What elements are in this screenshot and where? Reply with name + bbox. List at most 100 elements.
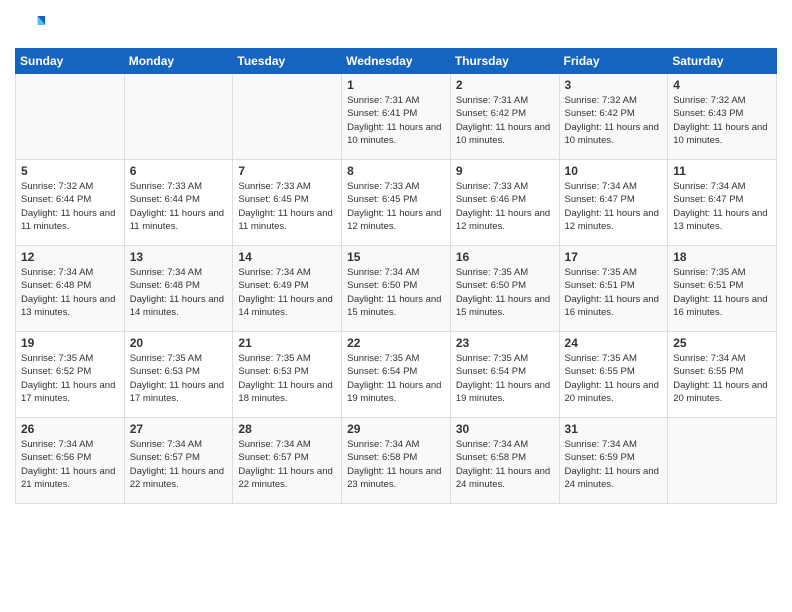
day-info: Sunrise: 7:32 AM Sunset: 6:42 PM Dayligh…	[565, 94, 663, 147]
day-info: Sunrise: 7:35 AM Sunset: 6:50 PM Dayligh…	[456, 266, 554, 319]
day-number: 24	[565, 336, 663, 350]
calendar-day-cell: 14 Sunrise: 7:34 AM Sunset: 6:49 PM Dayli…	[233, 246, 342, 332]
day-info: Sunrise: 7:35 AM Sunset: 6:55 PM Dayligh…	[565, 352, 663, 405]
calendar-table: SundayMondayTuesdayWednesdayThursdayFrid…	[15, 48, 777, 504]
day-info: Sunrise: 7:34 AM Sunset: 6:58 PM Dayligh…	[347, 438, 445, 491]
day-info: Sunrise: 7:34 AM Sunset: 6:55 PM Dayligh…	[673, 352, 771, 405]
calendar-day-cell: 16 Sunrise: 7:35 AM Sunset: 6:50 PM Dayli…	[450, 246, 559, 332]
day-number: 27	[130, 422, 228, 436]
day-number: 18	[673, 250, 771, 264]
calendar-day-cell: 24 Sunrise: 7:35 AM Sunset: 6:55 PM Dayli…	[559, 332, 668, 418]
day-number: 6	[130, 164, 228, 178]
header	[15, 10, 777, 40]
day-info: Sunrise: 7:35 AM Sunset: 6:54 PM Dayligh…	[347, 352, 445, 405]
calendar-header-thursday: Thursday	[450, 49, 559, 74]
day-info: Sunrise: 7:34 AM Sunset: 6:57 PM Dayligh…	[238, 438, 336, 491]
calendar-day-cell: 6 Sunrise: 7:33 AM Sunset: 6:44 PM Daylig…	[124, 160, 233, 246]
day-number: 15	[347, 250, 445, 264]
calendar-day-cell: 17 Sunrise: 7:35 AM Sunset: 6:51 PM Dayli…	[559, 246, 668, 332]
day-number: 12	[21, 250, 119, 264]
day-number: 25	[673, 336, 771, 350]
day-number: 17	[565, 250, 663, 264]
calendar-day-cell: 23 Sunrise: 7:35 AM Sunset: 6:54 PM Dayli…	[450, 332, 559, 418]
calendar-day-cell: 3Sunrise: 7:32 AM Sunset: 6:42 PM Daylig…	[559, 74, 668, 160]
calendar-header-row: SundayMondayTuesdayWednesdayThursdayFrid…	[16, 49, 777, 74]
calendar-day-cell: 20 Sunrise: 7:35 AM Sunset: 6:53 PM Dayli…	[124, 332, 233, 418]
calendar-day-cell: 9Sunrise: 7:33 AM Sunset: 6:46 PM Daylig…	[450, 160, 559, 246]
calendar-header-saturday: Saturday	[668, 49, 777, 74]
day-info: Sunrise: 7:31 AM Sunset: 6:41 PM Dayligh…	[347, 94, 445, 147]
day-info: Sunrise: 7:35 AM Sunset: 6:51 PM Dayligh…	[673, 266, 771, 319]
calendar-day-cell: 31 Sunrise: 7:34 AM Sunset: 6:59 PM Dayli…	[559, 418, 668, 504]
day-info: Sunrise: 7:34 AM Sunset: 6:50 PM Dayligh…	[347, 266, 445, 319]
day-number: 7	[238, 164, 336, 178]
calendar-day-cell	[668, 418, 777, 504]
calendar-day-cell: 8 Sunrise: 7:33 AM Sunset: 6:45 PM Daylig…	[342, 160, 451, 246]
day-number: 23	[456, 336, 554, 350]
calendar-day-cell: 19 Sunrise: 7:35 AM Sunset: 6:52 PM Dayli…	[16, 332, 125, 418]
calendar-day-cell: 18 Sunrise: 7:35 AM Sunset: 6:51 PM Dayli…	[668, 246, 777, 332]
calendar-day-cell	[16, 74, 125, 160]
day-info: Sunrise: 7:33 AM Sunset: 6:45 PM Dayligh…	[347, 180, 445, 233]
day-info: Sunrise: 7:35 AM Sunset: 6:52 PM Dayligh…	[21, 352, 119, 405]
day-info: Sunrise: 7:35 AM Sunset: 6:51 PM Dayligh…	[565, 266, 663, 319]
calendar-day-cell: 26 Sunrise: 7:34 AM Sunset: 6:56 PM Dayli…	[16, 418, 125, 504]
calendar-week-5: 26 Sunrise: 7:34 AM Sunset: 6:56 PM Dayli…	[16, 418, 777, 504]
day-number: 29	[347, 422, 445, 436]
day-info: Sunrise: 7:34 AM Sunset: 6:49 PM Dayligh…	[238, 266, 336, 319]
calendar-day-cell: 30Sunrise: 7:34 AM Sunset: 6:58 PM Dayli…	[450, 418, 559, 504]
general-blue-logo-icon	[15, 10, 45, 40]
calendar-day-cell: 25 Sunrise: 7:34 AM Sunset: 6:55 PM Dayli…	[668, 332, 777, 418]
calendar-day-cell: 4 Sunrise: 7:32 AM Sunset: 6:43 PM Daylig…	[668, 74, 777, 160]
day-number: 10	[565, 164, 663, 178]
calendar-day-cell: 13Sunrise: 7:34 AM Sunset: 6:48 PM Dayli…	[124, 246, 233, 332]
day-info: Sunrise: 7:33 AM Sunset: 6:44 PM Dayligh…	[130, 180, 228, 233]
calendar-header-tuesday: Tuesday	[233, 49, 342, 74]
logo	[15, 10, 49, 40]
day-info: Sunrise: 7:35 AM Sunset: 6:53 PM Dayligh…	[238, 352, 336, 405]
calendar-day-cell: 15 Sunrise: 7:34 AM Sunset: 6:50 PM Dayli…	[342, 246, 451, 332]
day-number: 26	[21, 422, 119, 436]
calendar-day-cell: 21Sunrise: 7:35 AM Sunset: 6:53 PM Dayli…	[233, 332, 342, 418]
day-info: Sunrise: 7:33 AM Sunset: 6:46 PM Dayligh…	[456, 180, 554, 233]
day-info: Sunrise: 7:34 AM Sunset: 6:47 PM Dayligh…	[565, 180, 663, 233]
day-number: 5	[21, 164, 119, 178]
calendar-day-cell	[124, 74, 233, 160]
day-info: Sunrise: 7:34 AM Sunset: 6:56 PM Dayligh…	[21, 438, 119, 491]
day-info: Sunrise: 7:35 AM Sunset: 6:53 PM Dayligh…	[130, 352, 228, 405]
calendar-day-cell: 22Sunrise: 7:35 AM Sunset: 6:54 PM Dayli…	[342, 332, 451, 418]
day-number: 1	[347, 78, 445, 92]
day-info: Sunrise: 7:34 AM Sunset: 6:57 PM Dayligh…	[130, 438, 228, 491]
calendar-day-cell: 1 Sunrise: 7:31 AM Sunset: 6:41 PM Daylig…	[342, 74, 451, 160]
day-info: Sunrise: 7:32 AM Sunset: 6:43 PM Dayligh…	[673, 94, 771, 147]
day-info: Sunrise: 7:34 AM Sunset: 6:48 PM Dayligh…	[130, 266, 228, 319]
calendar-day-cell: 2 Sunrise: 7:31 AM Sunset: 6:42 PM Daylig…	[450, 74, 559, 160]
day-number: 2	[456, 78, 554, 92]
calendar-day-cell	[233, 74, 342, 160]
calendar-week-4: 19 Sunrise: 7:35 AM Sunset: 6:52 PM Dayli…	[16, 332, 777, 418]
calendar-day-cell: 12 Sunrise: 7:34 AM Sunset: 6:48 PM Dayli…	[16, 246, 125, 332]
day-info: Sunrise: 7:35 AM Sunset: 6:54 PM Dayligh…	[456, 352, 554, 405]
day-info: Sunrise: 7:34 AM Sunset: 6:59 PM Dayligh…	[565, 438, 663, 491]
calendar-header-friday: Friday	[559, 49, 668, 74]
page: SundayMondayTuesdayWednesdayThursdayFrid…	[0, 0, 792, 514]
calendar-week-2: 5Sunrise: 7:32 AM Sunset: 6:44 PM Daylig…	[16, 160, 777, 246]
day-number: 8	[347, 164, 445, 178]
calendar-day-cell: 28 Sunrise: 7:34 AM Sunset: 6:57 PM Dayli…	[233, 418, 342, 504]
calendar-day-cell: 27 Sunrise: 7:34 AM Sunset: 6:57 PM Dayli…	[124, 418, 233, 504]
day-info: Sunrise: 7:34 AM Sunset: 6:58 PM Dayligh…	[456, 438, 554, 491]
day-number: 14	[238, 250, 336, 264]
calendar-header-sunday: Sunday	[16, 49, 125, 74]
calendar-header-wednesday: Wednesday	[342, 49, 451, 74]
day-info: Sunrise: 7:31 AM Sunset: 6:42 PM Dayligh…	[456, 94, 554, 147]
day-number: 28	[238, 422, 336, 436]
day-number: 31	[565, 422, 663, 436]
day-number: 19	[21, 336, 119, 350]
day-info: Sunrise: 7:34 AM Sunset: 6:48 PM Dayligh…	[21, 266, 119, 319]
day-number: 4	[673, 78, 771, 92]
day-number: 20	[130, 336, 228, 350]
calendar-day-cell: 11Sunrise: 7:34 AM Sunset: 6:47 PM Dayli…	[668, 160, 777, 246]
day-number: 16	[456, 250, 554, 264]
calendar-header-monday: Monday	[124, 49, 233, 74]
calendar-day-cell: 29 Sunrise: 7:34 AM Sunset: 6:58 PM Dayli…	[342, 418, 451, 504]
